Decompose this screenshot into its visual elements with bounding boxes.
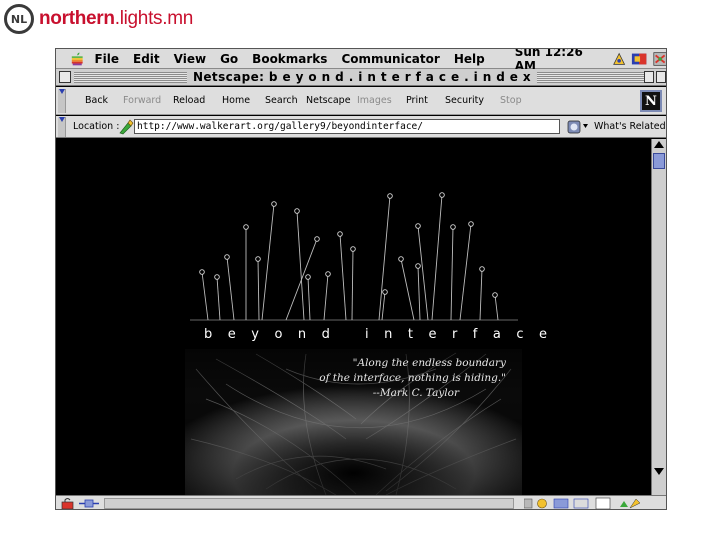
beyond-interface-artwork xyxy=(185,192,522,495)
menu-file[interactable]: File xyxy=(94,52,119,66)
brand-name: northern.lights.mn xyxy=(39,8,193,30)
menu-help[interactable]: Help xyxy=(454,52,485,66)
brand-logo: NL xyxy=(4,4,34,34)
reload-button[interactable]: Reload xyxy=(173,95,205,106)
component-bar-icons[interactable] xyxy=(524,497,644,510)
status-message-field xyxy=(104,498,514,509)
vertical-scrollbar[interactable] xyxy=(651,139,666,495)
navigation-toolbar: Back Forward Reload Home Search Netscape… xyxy=(56,87,666,115)
toolbar-collapse-tab[interactable] xyxy=(58,89,66,113)
stem-lines xyxy=(201,194,499,321)
connection-status-icon[interactable] xyxy=(78,497,100,510)
netscape-throbber-logo[interactable]: N xyxy=(640,90,662,112)
back-button[interactable]: Back xyxy=(85,95,108,106)
brand-header: NL northern.lights.mn xyxy=(4,4,193,34)
menu-bookmarks[interactable]: Bookmarks xyxy=(252,52,327,66)
window-title-bar[interactable]: Netscape: b e y o n d . i n t e r f a c … xyxy=(56,69,666,86)
home-button[interactable]: Home xyxy=(222,95,250,106)
brand-name-rest: .lights.mn xyxy=(114,8,194,29)
window-zoom-box[interactable] xyxy=(644,71,654,83)
location-label: Location : xyxy=(73,121,120,132)
menu-go[interactable]: Go xyxy=(220,52,238,66)
tunnel-image xyxy=(185,349,522,495)
application-menu-icon[interactable] xyxy=(631,51,647,67)
quote-line-2: of the interface, nothing is hiding." xyxy=(319,372,506,384)
netscape-button[interactable]: Netscape xyxy=(306,95,351,106)
url-field[interactable]: http://www.walkerart.org/gallery9/beyond… xyxy=(134,119,560,134)
location-bar: Location : http://www.walkerart.org/gall… xyxy=(56,116,666,138)
page-title[interactable]: beyond interface xyxy=(204,327,547,342)
whats-related-icon[interactable] xyxy=(567,119,589,135)
control-strip-icon[interactable] xyxy=(652,51,667,67)
print-button[interactable]: Print xyxy=(406,95,428,106)
scroll-down-arrow-icon[interactable] xyxy=(654,468,664,475)
status-bar xyxy=(56,495,666,510)
menu-view[interactable]: View xyxy=(174,52,206,66)
forward-button[interactable]: Forward xyxy=(123,95,161,106)
security-button[interactable]: Security xyxy=(445,95,484,106)
scroll-up-arrow-icon[interactable] xyxy=(654,141,664,148)
screen: File Edit View Go Bookmarks Communicator… xyxy=(55,48,667,510)
stop-button[interactable]: Stop xyxy=(500,95,522,106)
balloon-help-icon[interactable] xyxy=(611,51,627,67)
whats-related-button[interactable]: What's Related xyxy=(594,121,666,132)
apple-menu-icon[interactable] xyxy=(70,51,84,67)
quote-line-1: "Along the endless boundary xyxy=(352,357,506,369)
location-bar-collapse-tab[interactable] xyxy=(58,117,66,137)
search-button[interactable]: Search xyxy=(265,95,298,106)
security-lock-icon[interactable] xyxy=(60,497,78,510)
page-proxy-icon[interactable] xyxy=(118,119,134,135)
menu-communicator[interactable]: Communicator xyxy=(341,52,439,66)
quote-attribution: --Mark C. Taylor xyxy=(372,387,459,399)
scroll-thumb[interactable] xyxy=(653,153,665,169)
brand-name-bold: northern xyxy=(39,8,115,29)
images-button[interactable]: Images xyxy=(357,95,392,106)
menu-edit[interactable]: Edit xyxy=(133,52,160,66)
menu-bar: File Edit View Go Bookmarks Communicator… xyxy=(56,49,667,73)
window-collapse-box[interactable] xyxy=(656,71,666,83)
page-content: beyond interface "Along the endless boun… xyxy=(56,139,653,495)
window-title: Netscape: b e y o n d . i n t e r f a c … xyxy=(186,70,538,85)
window-close-box[interactable] xyxy=(59,71,71,83)
